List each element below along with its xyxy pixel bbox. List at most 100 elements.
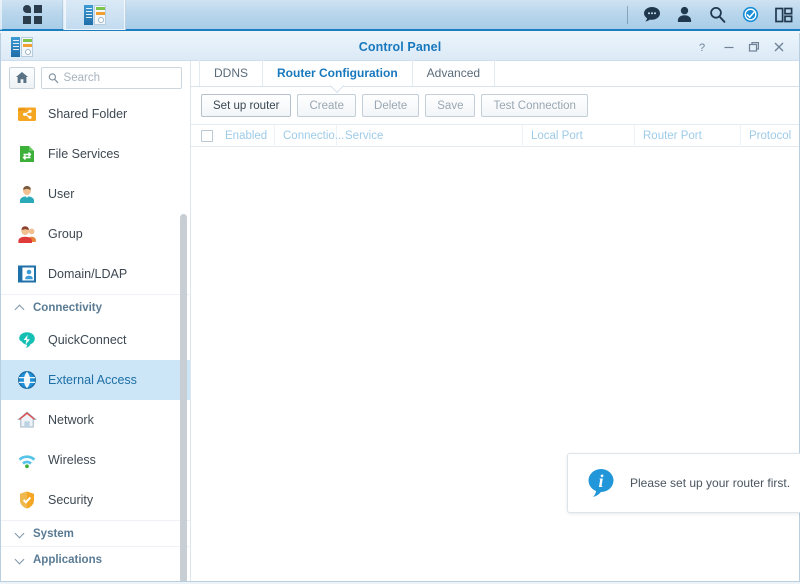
window-app-icon	[11, 36, 33, 57]
service-column[interactable]: Service	[337, 124, 523, 147]
sidebar-item-label: Shared Folder	[48, 107, 128, 121]
search-icon	[48, 72, 59, 83]
column-label: Router Port	[643, 129, 702, 142]
info-icon: i	[584, 467, 618, 499]
tab-bar: DDNS Router Configuration Advanced	[191, 60, 799, 87]
sidebar-item-label: User	[48, 187, 75, 201]
sidebar-group-system[interactable]: System	[1, 520, 190, 546]
tab-label: DDNS	[214, 66, 249, 80]
sidebar-item-label: External Access	[48, 373, 137, 387]
sidebar-item-wireless[interactable]: Wireless	[1, 440, 190, 480]
tab-router-configuration[interactable]: Router Configuration	[263, 60, 413, 86]
sidebar-item-file-services[interactable]: File Services	[1, 134, 190, 174]
control-panel-window: Control Panel ? Search Shared Folder Fil…	[0, 33, 800, 582]
support-icon[interactable]	[734, 0, 767, 30]
svg-text:i: i	[598, 471, 603, 491]
connection-column[interactable]: Connectio...	[275, 124, 344, 147]
sidebar-item-label: Security	[48, 493, 94, 507]
sidebar-item-external-access[interactable]: External Access	[1, 360, 190, 400]
button-label: Delete	[374, 99, 408, 112]
sidebar-scroll-area: File Sharing Shared Folder File Services	[1, 94, 190, 581]
sidebar-item-label: File Services	[48, 147, 120, 161]
widgets-icon[interactable]	[767, 0, 800, 30]
window-controls: ?	[691, 35, 799, 59]
button-label: Set up router	[213, 99, 280, 112]
tray-divider	[627, 5, 628, 24]
info-dialog: i Please set up your router first.	[567, 453, 800, 513]
sidebar-search[interactable]	[41, 66, 182, 89]
content-toolbar: Set up router Create Delete Save Test Co…	[191, 87, 799, 124]
column-label: Connectio...	[283, 129, 345, 142]
column-label: Service	[345, 129, 384, 142]
sidebar-group-label: System	[33, 527, 74, 540]
select-all-column[interactable]	[191, 125, 217, 147]
user-icon[interactable]	[668, 0, 701, 30]
local-port-column[interactable]: Local Port	[523, 124, 635, 147]
sidebar-group-applications[interactable]: Applications	[1, 546, 190, 572]
test-connection-button[interactable]: Test Connection	[481, 94, 588, 117]
grid-menu-icon	[22, 5, 42, 24]
sidebar-item-security[interactable]: Security	[1, 480, 190, 520]
tab-ddns[interactable]: DDNS	[199, 60, 264, 86]
sidebar-item-shared-folder[interactable]: Shared Folder	[1, 94, 190, 134]
main-menu-button[interactable]	[1, 0, 63, 30]
tab-label: Advanced	[426, 66, 481, 80]
help-button[interactable]: ?	[691, 35, 716, 59]
delete-button[interactable]: Delete	[362, 94, 420, 117]
close-button[interactable]	[766, 35, 791, 59]
sidebar-toolbar	[1, 61, 190, 94]
group-icon	[17, 224, 37, 244]
tab-advanced[interactable]: Advanced	[413, 60, 496, 86]
column-label: Enabled	[225, 129, 268, 142]
sidebar-group-connectivity[interactable]: Connectivity	[1, 294, 190, 320]
shared-folder-icon	[17, 104, 37, 124]
set-up-router-button[interactable]: Set up router	[201, 94, 292, 117]
sidebar-group-label: Applications	[33, 553, 103, 566]
taskbar-tray	[624, 0, 800, 30]
column-label: Protocol	[749, 129, 792, 142]
sidebar-item-label: QuickConnect	[48, 333, 127, 347]
sidebar-group-label: Connectivity	[33, 301, 103, 314]
taskbar-app-control-panel[interactable]	[64, 0, 126, 30]
table-body: i Please set up your router first.	[191, 147, 800, 581]
select-all-checkbox[interactable]	[201, 129, 213, 142]
sidebar-item-user[interactable]: User	[1, 174, 190, 214]
enabled-column[interactable]: Enabled	[217, 124, 275, 147]
svg-text:?: ?	[699, 42, 705, 53]
file-services-icon	[17, 144, 37, 164]
control-panel-icon	[84, 4, 106, 25]
sidebar-item-label: Domain/LDAP	[48, 267, 128, 281]
chevron-down-icon	[15, 529, 25, 539]
user-icon	[17, 184, 37, 204]
notifications-icon[interactable]	[635, 0, 668, 30]
sidebar-item-domain-ldap[interactable]: Domain/LDAP	[1, 254, 190, 294]
sidebar-list: File Sharing Shared Folder File Services	[1, 94, 190, 572]
search-input[interactable]	[63, 71, 175, 84]
save-button[interactable]: Save	[425, 94, 476, 117]
wireless-icon	[17, 450, 37, 470]
sidebar-scrollbar[interactable]	[180, 214, 187, 581]
info-message: Please set up your router first.	[630, 476, 791, 490]
sidebar-item-network[interactable]: Network	[1, 400, 190, 440]
window-title: Control Panel	[358, 39, 442, 54]
network-icon	[17, 410, 37, 430]
router-port-column[interactable]: Router Port	[635, 124, 741, 147]
external-access-icon	[17, 370, 37, 390]
table-header-row: Enabled Connectio... Service Local Port …	[191, 124, 800, 147]
security-icon	[17, 490, 37, 510]
column-label: Local Port	[531, 129, 583, 142]
protocol-column[interactable]: Protocol	[741, 125, 800, 147]
minimize-button[interactable]	[716, 35, 741, 59]
sidebar-item-group[interactable]: Group	[1, 214, 190, 254]
home-button[interactable]	[9, 66, 35, 89]
button-label: Create	[309, 99, 345, 112]
sidebar-item-label: Network	[48, 413, 94, 427]
window-titlebar[interactable]: Control Panel ?	[1, 33, 799, 61]
search-icon[interactable]	[701, 0, 734, 30]
create-button[interactable]: Create	[297, 94, 357, 117]
sidebar-item-label: Wireless	[48, 453, 96, 467]
sidebar-item-quickconnect[interactable]: QuickConnect	[1, 320, 190, 360]
control-panel-sidebar: File Sharing Shared Folder File Services	[1, 61, 191, 581]
port-forwarding-table: Enabled Connectio... Service Local Port …	[191, 124, 800, 581]
maximize-button[interactable]	[741, 35, 766, 59]
